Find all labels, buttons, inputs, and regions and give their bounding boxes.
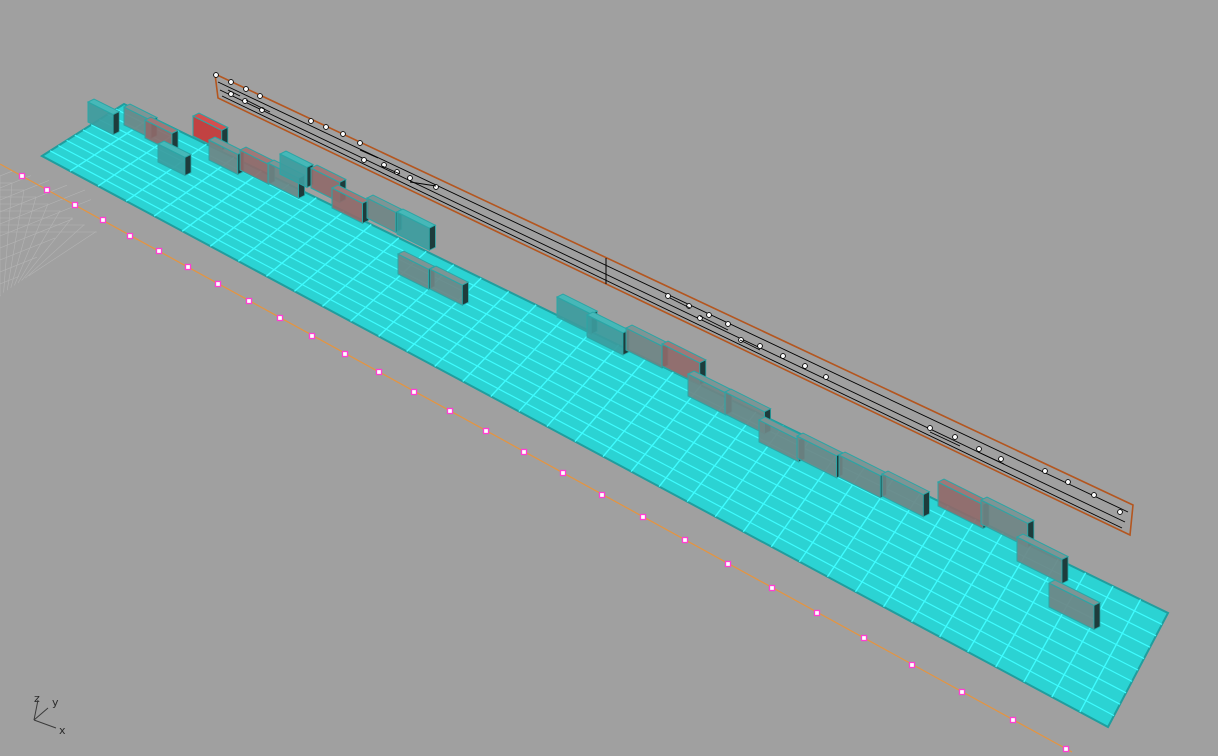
curve-node[interactable] (1091, 492, 1097, 498)
path-point[interactable] (126, 232, 134, 240)
block-side-face (112, 110, 120, 136)
curve-node[interactable] (998, 456, 1004, 462)
y-axis-label: y (52, 696, 59, 709)
curve-segment (245, 99, 271, 113)
path-point[interactable] (184, 263, 192, 271)
curve-node[interactable] (361, 157, 367, 163)
curve-node[interactable] (665, 293, 671, 299)
path-point[interactable] (18, 172, 26, 180)
path-point[interactable] (155, 247, 163, 255)
path-point[interactable] (375, 368, 383, 376)
x-axis-label: x (59, 724, 66, 737)
block-side-face (461, 281, 469, 306)
path-curve[interactable] (0, 163, 1073, 753)
curve-node[interactable] (927, 425, 933, 431)
floor-mesh[interactable] (40, 102, 1170, 729)
grid-line (17, 210, 61, 284)
curve-node[interactable] (308, 118, 314, 124)
path-point[interactable] (410, 388, 418, 396)
curve-node[interactable] (213, 72, 219, 78)
block-side-face (923, 491, 930, 518)
path-point[interactable] (908, 661, 916, 669)
block-side-face (184, 153, 192, 177)
block-side-face (428, 224, 436, 251)
path-point[interactable] (214, 280, 222, 288)
curve-node[interactable] (407, 175, 413, 181)
path-point[interactable] (245, 297, 253, 305)
curve-segment (739, 339, 761, 351)
curve-node[interactable] (725, 321, 731, 327)
curve-node[interactable] (823, 374, 829, 380)
path-point[interactable] (482, 427, 490, 435)
curve-segment (409, 181, 437, 187)
grid-line (6, 189, 25, 291)
curve-node[interactable] (757, 343, 763, 349)
path-point[interactable] (958, 688, 966, 696)
path-point[interactable] (71, 201, 79, 209)
path-point[interactable] (724, 560, 732, 568)
curve-node[interactable] (340, 131, 346, 137)
grid-line (24, 224, 85, 279)
curve-node[interactable] (706, 312, 712, 318)
curve-node[interactable] (257, 93, 263, 99)
curve-node[interactable] (1042, 468, 1048, 474)
curve-node[interactable] (228, 79, 234, 85)
path-point[interactable] (559, 469, 567, 477)
scene-canvas[interactable]: z y x (0, 0, 1218, 756)
curve-node[interactable] (323, 124, 329, 130)
curve-node[interactable] (976, 446, 982, 452)
grid-line (0, 218, 74, 249)
curve-node[interactable] (952, 434, 958, 440)
path-point[interactable] (276, 314, 284, 322)
curve-node[interactable] (1117, 509, 1123, 515)
curve-segment (359, 149, 379, 159)
grid-line (28, 231, 97, 277)
block-side-face (1061, 555, 1069, 585)
path-point[interactable] (598, 491, 606, 499)
path-point[interactable] (1009, 716, 1017, 724)
curve-node[interactable] (1065, 479, 1071, 485)
floor-surface[interactable] (40, 102, 1170, 729)
path-point[interactable] (639, 513, 647, 521)
block-side-face (1093, 601, 1101, 631)
z-axis-label: z (34, 692, 40, 705)
x-axis-line (33, 719, 57, 729)
curve-node[interactable] (243, 86, 249, 92)
curve-node[interactable] (780, 353, 786, 359)
path-point[interactable] (860, 634, 868, 642)
path-point[interactable] (308, 332, 316, 340)
axis-gizmo: z y x (33, 692, 66, 737)
path-point[interactable] (768, 584, 776, 592)
path-point[interactable] (99, 216, 107, 224)
path-point[interactable] (341, 350, 349, 358)
grid-line (0, 170, 14, 177)
curve-node[interactable] (357, 140, 363, 146)
path-point[interactable] (813, 609, 821, 617)
grid-line (3, 182, 13, 293)
curve-node[interactable] (802, 363, 808, 369)
path-point[interactable] (43, 186, 51, 194)
grid-line (0, 175, 32, 189)
path-point[interactable] (520, 448, 528, 456)
path-point[interactable] (446, 407, 454, 415)
path-point[interactable] (681, 536, 689, 544)
curve-node[interactable] (242, 98, 248, 104)
3d-viewport[interactable]: z y x (0, 0, 1218, 756)
path-point[interactable] (1062, 745, 1070, 753)
